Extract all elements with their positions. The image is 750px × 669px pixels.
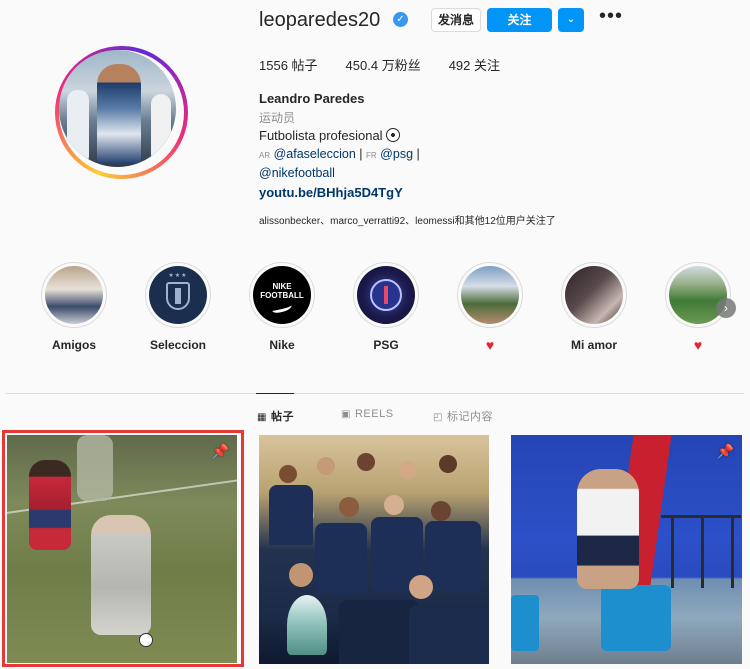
country-code-ar: AR [259, 151, 271, 160]
more-options-icon[interactable]: ••• [599, 5, 623, 28]
heart-icon: ♥ [485, 337, 495, 353]
following-count[interactable]: 492 关注 [449, 55, 500, 74]
bio-mentions-line: AR @afaseleccion | FR @psg | [259, 147, 420, 161]
psg-badge-icon [370, 279, 402, 311]
profile-username: leoparedes20 [259, 9, 381, 31]
profile-category: 运动员 [259, 111, 296, 125]
highlight-amigos[interactable]: Amigos [41, 262, 107, 352]
highlight-mi-amor[interactable]: Mi amor [561, 262, 627, 352]
highlight-cover [45, 266, 103, 324]
tab-posts[interactable]: ▦ 帖子 [257, 408, 294, 424]
suggested-accounts-dropdown-button[interactable]: ⌄ [558, 8, 584, 32]
highlight-label: Amigos [51, 338, 96, 352]
highlight-cover [357, 266, 415, 324]
tabs-divider [6, 393, 744, 394]
mention-afaseleccion[interactable]: @afaseleccion [274, 147, 356, 161]
message-button[interactable]: 发消息 [431, 8, 481, 32]
profile-stats: 1556 帖子 450.4 万粉丝 492 关注 [259, 55, 528, 74]
followed-by-text[interactable]: alissonbecker、marco_verratti92、leomessi和… [259, 212, 556, 227]
bio-line: Futbolista profesional [259, 128, 401, 143]
nike-swoosh-icon [271, 302, 293, 314]
highlight-family[interactable]: ♥ [457, 262, 523, 354]
selection-highlight-box [2, 430, 244, 667]
tab-reels[interactable]: ▣ REELS [341, 408, 394, 420]
profile-full-name: Leandro Paredes [259, 91, 365, 106]
country-code-fr: FR [366, 151, 377, 160]
posts-count: 1556 帖子 [259, 58, 318, 73]
highlight-psg[interactable]: PSG [353, 262, 419, 352]
highlight-cover: ★★★ [149, 266, 207, 324]
tagged-icon: ◰ [433, 412, 443, 423]
highlight-label: Seleccion [149, 338, 207, 352]
highlight-seleccion[interactable]: ★★★ Seleccion [145, 262, 211, 352]
trophy-graphic [287, 595, 327, 655]
nike-cover-text: NIKE FOOTBALL [260, 282, 304, 300]
highlight-cover [565, 266, 623, 324]
profile-avatar[interactable] [55, 46, 188, 179]
verified-badge-icon: ✓ [393, 12, 408, 27]
soccer-ball-icon [386, 128, 401, 142]
tab-tagged[interactable]: ◰ 标记内容 [433, 408, 493, 424]
mention-psg[interactable]: @psg [380, 147, 413, 161]
highlight-label: Mi amor [570, 338, 617, 352]
profile-external-link[interactable]: youtu.be/BHhja5D4TgY [259, 185, 403, 200]
highlight-label: Nike [269, 338, 295, 352]
mention-nikefootball[interactable]: @nikefootball [259, 166, 335, 180]
highlight-label: PSG [373, 338, 399, 352]
heart-icon: ♥ [693, 337, 703, 353]
bio-text: Futbolista profesional [259, 128, 383, 143]
post-thumbnail[interactable]: 📌 [511, 435, 742, 664]
highlight-cover [461, 266, 519, 324]
highlight-cover: NIKE FOOTBALL [253, 266, 311, 324]
reels-icon: ▣ [341, 409, 351, 420]
post-thumbnail[interactable] [259, 435, 489, 664]
follow-button[interactable]: 关注 [487, 8, 552, 32]
highlight-nike[interactable]: NIKE FOOTBALL Nike [249, 262, 315, 352]
active-tab-indicator [256, 393, 294, 394]
highlights-next-arrow-icon[interactable]: › [716, 298, 736, 318]
grid-icon: ▦ [257, 412, 267, 423]
followers-count[interactable]: 450.4 万粉丝 [346, 55, 421, 74]
pin-icon: 📌 [716, 443, 734, 459]
